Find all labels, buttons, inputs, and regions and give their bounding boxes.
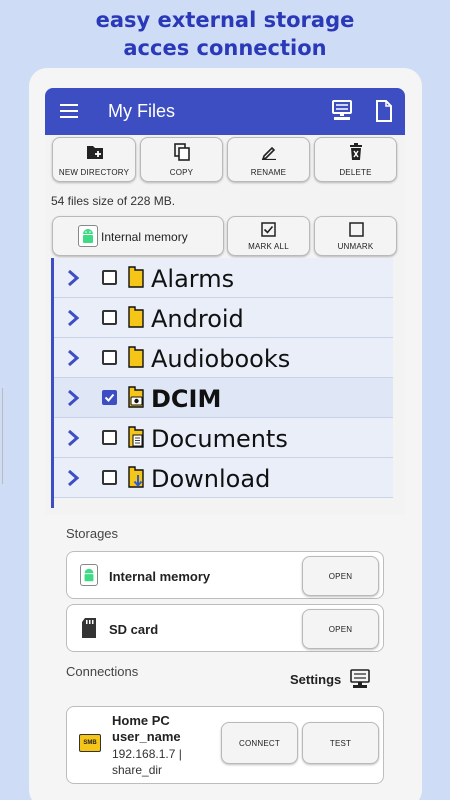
chevron-right-icon[interactable] bbox=[66, 389, 80, 407]
new-directory-button[interactable]: NEW DIRECTORY bbox=[52, 137, 136, 182]
delete-label: DELETE bbox=[339, 168, 372, 177]
folder-download-icon bbox=[128, 466, 144, 488]
folder-camera-icon bbox=[128, 386, 144, 408]
storages-heading: Storages bbox=[66, 526, 119, 541]
mark-all-label: MARK ALL bbox=[248, 242, 289, 251]
checkmark-icon bbox=[104, 393, 115, 402]
folder-icon bbox=[128, 266, 144, 288]
app-title: My Files bbox=[108, 101, 175, 121]
connection-user: user_name bbox=[112, 729, 181, 744]
file-checkbox[interactable] bbox=[102, 350, 117, 365]
folder-icon bbox=[128, 306, 144, 328]
storage-selector[interactable]: Internal memory bbox=[52, 216, 224, 256]
folder-document-icon bbox=[128, 426, 144, 448]
storage-card-internal: Internal memory OPEN bbox=[66, 551, 384, 599]
open-label: OPEN bbox=[328, 572, 353, 581]
chevron-right-icon[interactable] bbox=[66, 429, 80, 447]
file-icon[interactable] bbox=[370, 98, 396, 124]
connect-label: CONNECT bbox=[239, 739, 280, 748]
settings-link[interactable]: Settings bbox=[290, 672, 341, 687]
sd-card-icon bbox=[82, 618, 96, 638]
open-sd-button[interactable]: OPEN bbox=[302, 609, 379, 649]
file-row-alarms[interactable]: Alarms bbox=[54, 258, 393, 298]
storage-selector-label: Internal memory bbox=[101, 230, 188, 244]
new-folder-icon bbox=[87, 146, 103, 159]
computer-icon[interactable] bbox=[329, 98, 355, 124]
file-row-documents[interactable]: Documents bbox=[54, 418, 393, 458]
copy-button[interactable]: COPY bbox=[140, 137, 223, 182]
file-name: Alarms bbox=[151, 265, 235, 293]
connection-name: Home PC bbox=[112, 713, 170, 728]
side-edge bbox=[0, 388, 3, 484]
file-row-android[interactable]: Android bbox=[54, 298, 393, 338]
checkbox-checked-icon bbox=[261, 222, 276, 237]
android-icon bbox=[78, 225, 98, 247]
file-list: Alarms Android Audiobooks DCIM Documents… bbox=[51, 258, 393, 508]
file-name: Audiobooks bbox=[151, 345, 291, 373]
storage-card-sd: SD card OPEN bbox=[66, 604, 384, 652]
folder-icon bbox=[128, 346, 144, 368]
file-checkbox[interactable] bbox=[102, 270, 117, 285]
file-row-dcim[interactable]: DCIM bbox=[54, 378, 393, 418]
test-button[interactable]: TEST bbox=[302, 722, 379, 764]
open-label: OPEN bbox=[328, 625, 353, 634]
rename-label: RENAME bbox=[250, 168, 287, 177]
connection-address: 192.168.1.7 | bbox=[112, 747, 182, 761]
delete-button[interactable]: DELETE bbox=[314, 137, 397, 182]
connection-share: share_dir bbox=[112, 763, 163, 777]
promo-line-1: easy external storage bbox=[95, 8, 355, 32]
checkbox-empty-icon bbox=[349, 222, 364, 237]
smb-icon: SMB bbox=[79, 734, 101, 752]
rename-button[interactable]: RENAME bbox=[227, 137, 310, 182]
storage-label: Internal memory bbox=[109, 569, 211, 584]
file-checkbox[interactable] bbox=[102, 430, 117, 445]
computer-settings-icon[interactable] bbox=[349, 668, 371, 690]
chevron-right-icon[interactable] bbox=[66, 349, 80, 367]
android-icon bbox=[80, 564, 98, 586]
file-checkbox[interactable] bbox=[102, 310, 117, 325]
trash-icon bbox=[350, 143, 362, 160]
file-checkbox-checked[interactable] bbox=[102, 390, 117, 405]
file-row-download[interactable]: Download bbox=[54, 458, 393, 498]
chevron-right-icon[interactable] bbox=[66, 309, 80, 327]
unmark-button[interactable]: UNMARK bbox=[314, 216, 397, 256]
connection-card[interactable]: SMB Home PC user_name 192.168.1.7 | shar… bbox=[66, 706, 384, 784]
unmark-label: UNMARK bbox=[337, 242, 374, 251]
open-internal-button[interactable]: OPEN bbox=[302, 556, 379, 596]
file-name: Android bbox=[151, 305, 244, 333]
connections-heading: Connections bbox=[66, 664, 139, 679]
connect-button[interactable]: CONNECT bbox=[221, 722, 298, 764]
new-directory-label: NEW DIRECTORY bbox=[58, 168, 130, 177]
copy-label: COPY bbox=[169, 168, 194, 177]
promo-line-2: acces connection bbox=[123, 36, 327, 60]
file-row-audiobooks[interactable]: Audiobooks bbox=[54, 338, 393, 378]
file-checkbox[interactable] bbox=[102, 470, 117, 485]
promo-header: easy external storage acces connection bbox=[0, 6, 450, 62]
app-bar: My Files bbox=[45, 88, 405, 135]
phone-screen: My Files NEW DIRECTORY COPY RENAME DELET… bbox=[29, 68, 422, 800]
storage-label: SD card bbox=[109, 622, 159, 637]
test-label: TEST bbox=[329, 739, 352, 748]
pencil-icon bbox=[261, 146, 276, 160]
file-name: Download bbox=[151, 465, 271, 493]
hamburger-menu-icon[interactable] bbox=[60, 104, 78, 118]
chevron-right-icon[interactable] bbox=[66, 469, 80, 487]
file-name: Documents bbox=[151, 425, 288, 453]
mark-all-button[interactable]: MARK ALL bbox=[227, 216, 310, 256]
chevron-right-icon[interactable] bbox=[66, 269, 80, 287]
copy-icon bbox=[174, 143, 190, 161]
file-name: DCIM bbox=[151, 385, 222, 413]
files-summary: 54 files size of 228 MB. bbox=[51, 194, 176, 208]
